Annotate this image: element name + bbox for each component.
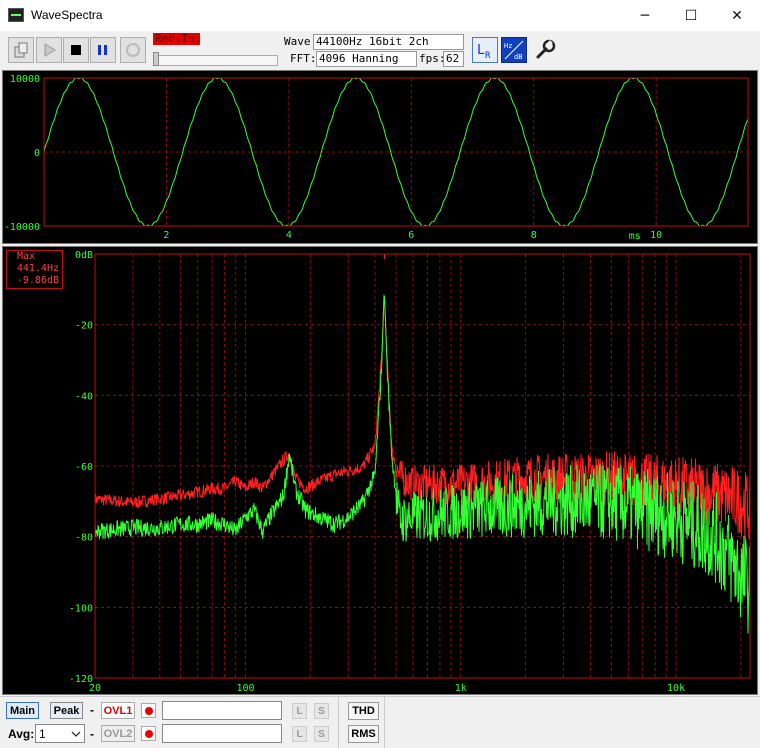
hz-db-button[interactable]: Hz dB — [501, 37, 527, 63]
slider-thumb[interactable] — [153, 52, 159, 66]
settings-wrench-icon — [536, 39, 556, 59]
spectrum-y-tick: 0dB — [75, 250, 93, 261]
ovl2-save-button[interactable]: S — [314, 726, 329, 742]
spectrum-y-tick: -80 — [75, 533, 93, 544]
max-label: Max — [17, 251, 36, 262]
pause-button[interactable] — [90, 37, 116, 63]
record-button[interactable] — [120, 37, 146, 63]
record-dot-icon — [144, 706, 153, 715]
ovl1-save-button[interactable]: S — [314, 703, 329, 719]
spectrum-chart: 20 100 1k 10k0dB-20-40-60-80-100-120 — [69, 250, 751, 694]
play-icon — [44, 43, 56, 57]
waveform-trace — [43, 77, 749, 227]
ovl2-name-field[interactable] — [162, 724, 282, 743]
open-icon — [14, 42, 28, 58]
toolbar: Rec.In. Wave: 44100Hz 16bit 2ch FFT: 409… — [0, 31, 760, 69]
spectrum-y-tick: -40 — [75, 391, 93, 402]
waveform-y-tick: 10000 — [10, 74, 40, 85]
spectrum-y-tick: -100 — [69, 603, 93, 614]
avg-label: Avg: — [8, 727, 35, 741]
svg-text:L: L — [477, 43, 485, 58]
separator-dash: - — [90, 703, 94, 717]
avg-select[interactable]: 1 — [35, 724, 85, 743]
waveform-y-tick: -10000 — [4, 222, 40, 233]
svg-text:Hz: Hz — [504, 42, 512, 50]
separator-dash: - — [90, 727, 94, 741]
maximize-button[interactable]: ☐ — [668, 0, 714, 31]
chevron-down-icon — [71, 731, 81, 737]
settings-button[interactable] — [532, 37, 558, 63]
ovl1-load-button[interactable]: L — [292, 703, 307, 719]
window-title: WaveSpectra — [31, 8, 103, 22]
fft-label: FFT: — [290, 52, 317, 65]
play-button[interactable] — [36, 37, 62, 63]
pause-icon — [98, 45, 107, 55]
ovl1-button[interactable]: OVL1 — [101, 702, 135, 719]
spectrum-y-tick: -60 — [75, 462, 93, 473]
spectrum-y-tick: -20 — [75, 321, 93, 332]
title-bar: WaveSpectra ─ ☐ ✕ — [0, 0, 760, 31]
fft-setting-field: 4096 Hanning — [316, 51, 417, 67]
record-dot-icon — [144, 729, 153, 738]
svg-text:dB: dB — [514, 53, 522, 61]
hz-db-icon: HzdB — [504, 40, 524, 61]
waveform-y-tick: 0 — [34, 148, 40, 159]
record-icon — [126, 43, 140, 57]
level-slider[interactable] — [153, 52, 278, 66]
max-frequency: 441.4Hz — [16, 263, 59, 274]
ovl1-name-field[interactable] — [162, 701, 282, 720]
app-icon — [8, 8, 24, 22]
waveform-x-unit: ms — [629, 231, 641, 242]
fps-label: fps: — [419, 52, 446, 65]
waveform-x-tick: 4 — [286, 230, 292, 241]
waveform-frame — [43, 77, 749, 227]
open-file-button[interactable] — [8, 37, 34, 63]
waveform-chart: 2 4 6 8 10 ms 10000 0 -10000 — [4, 74, 749, 242]
spectrum-x-tick: 1k — [455, 683, 467, 694]
spectrum-x-tick: 10k — [667, 683, 685, 694]
lr-button[interactable]: LR — [472, 37, 498, 63]
waveform-x-tick: 10 — [650, 230, 662, 241]
rec-in-indicator: Rec.In. — [153, 32, 202, 45]
close-button[interactable]: ✕ — [714, 0, 760, 31]
waveform-x-tick: 2 — [163, 230, 169, 241]
fps-field: 62 — [443, 51, 464, 67]
bottom-bar: Main Peak - OVL1 L S THD Avg: 1 - OVL2 L… — [0, 696, 760, 748]
peak-button[interactable]: Peak — [50, 702, 83, 719]
divider — [338, 697, 339, 748]
minimize-button[interactable]: ─ — [622, 0, 668, 31]
ovl2-button[interactable]: OVL2 — [101, 725, 135, 742]
divider — [384, 697, 385, 748]
spectrum-y-tick: -120 — [69, 674, 93, 685]
max-readout: Max 441.4Hz -9.86dB — [6, 250, 63, 289]
spectrum-panel: 20 100 1k 10k 0dB -20 -40 -60 -80 -100 -120 Max 44… — [2, 246, 758, 695]
main-button[interactable]: Main — [6, 702, 39, 719]
stop-icon — [71, 45, 81, 55]
svg-text:R: R — [485, 51, 491, 60]
waveform-x-tick: 8 — [531, 230, 537, 241]
lr-icon: LR — [477, 43, 491, 60]
spectrum-x-tick: 100 — [236, 683, 254, 694]
spectrum-trace-right — [94, 294, 751, 639]
rms-button[interactable]: RMS — [348, 725, 379, 743]
stop-button[interactable] — [63, 37, 89, 63]
ovl2-load-button[interactable]: L — [292, 726, 307, 742]
thd-button[interactable]: THD — [348, 702, 379, 720]
avg-value: 1 — [39, 727, 46, 741]
waveform-panel: 2 4 6 8 10 ms 10000 0 -10000 — [2, 70, 758, 244]
ovl1-record-button[interactable] — [141, 703, 156, 718]
wave-format-field: 44100Hz 16bit 2ch — [313, 34, 464, 50]
max-level: -9.86dB — [16, 275, 59, 286]
waveform-x-tick: 6 — [408, 230, 414, 241]
ovl2-record-button[interactable] — [141, 726, 156, 741]
